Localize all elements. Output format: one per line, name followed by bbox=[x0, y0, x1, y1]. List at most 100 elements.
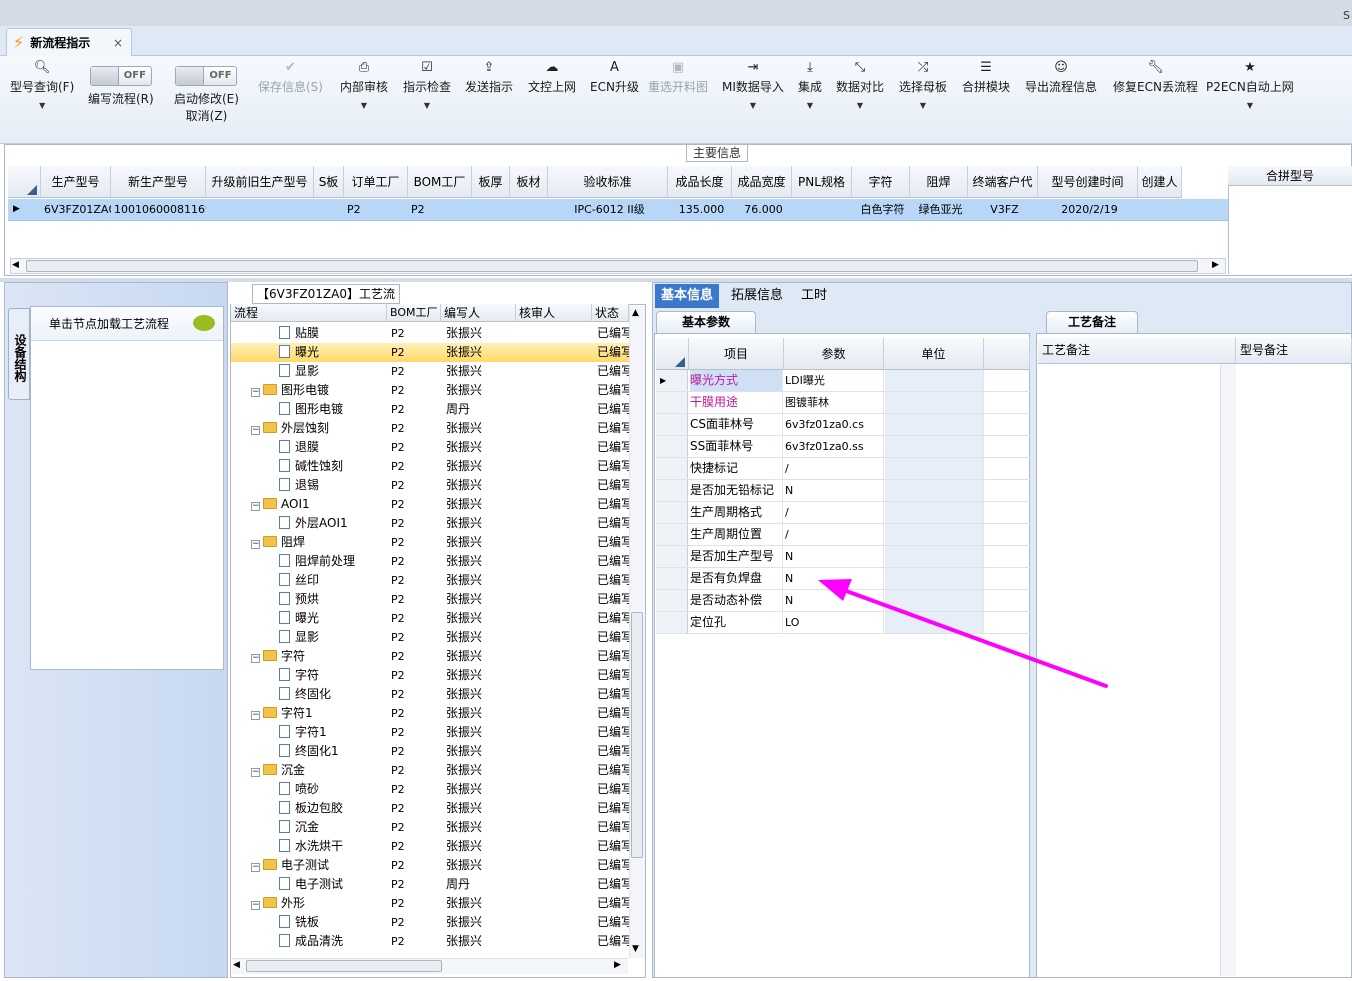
tab-basic-params[interactable]: 基本参数 bbox=[656, 311, 756, 333]
tree-node[interactable]: 终固化1 bbox=[279, 742, 383, 761]
param-value[interactable]: LDI曝光 bbox=[784, 370, 884, 391]
scroll-left-icon[interactable]: ◀ bbox=[12, 260, 19, 270]
scroll-down-icon[interactable]: ▼ bbox=[632, 944, 639, 954]
tree-node[interactable]: 喷砂 bbox=[279, 780, 383, 799]
param-unit[interactable] bbox=[885, 568, 984, 589]
col-param[interactable]: 参数 bbox=[784, 338, 884, 370]
tree-row[interactable]: 曝光 P2 张振兴 已编写 bbox=[231, 343, 631, 362]
tree-row[interactable]: 外层AOI1 P2 张振兴 已编写 bbox=[231, 514, 631, 533]
row-header[interactable] bbox=[656, 436, 688, 457]
tree-node[interactable]: − 字符1 bbox=[251, 704, 381, 723]
collapse-icon[interactable]: − bbox=[251, 711, 260, 720]
tree-row[interactable]: − 字符1 P2 张振兴 已编写 bbox=[231, 704, 631, 723]
param-value[interactable]: N bbox=[784, 480, 884, 501]
table-cell[interactable]: 白色字符 bbox=[852, 199, 910, 220]
tree-row[interactable]: 字符1 P2 张振兴 已编写 bbox=[231, 723, 631, 742]
tree-node[interactable]: 显影 bbox=[279, 628, 383, 647]
param-value[interactable]: 6v3fz01za0.cs bbox=[784, 414, 884, 435]
col-header[interactable]: BOM工厂 bbox=[408, 166, 472, 198]
row-header[interactable] bbox=[656, 524, 688, 545]
chevron-down-icon[interactable]: ▼ bbox=[857, 101, 863, 110]
tab-new-flow-instruction[interactable]: ⚡ 新流程指示 × bbox=[6, 28, 132, 56]
col-header[interactable]: 成品宽度 bbox=[732, 166, 792, 198]
row-header[interactable] bbox=[656, 458, 688, 479]
col-header[interactable]: 终端客户代码 bbox=[968, 166, 1038, 221]
tree-node[interactable]: 水洗烘干 bbox=[279, 837, 383, 856]
close-icon[interactable]: × bbox=[113, 36, 123, 50]
tree-row[interactable]: 成品清洗 P2 张振兴 已编写 bbox=[231, 932, 631, 951]
param-row[interactable]: 是否加生产型号 N bbox=[656, 546, 1030, 568]
chevron-down-icon[interactable]: ▼ bbox=[424, 101, 430, 110]
col-header[interactable]: 验收标准 bbox=[548, 166, 668, 198]
tree-node[interactable]: − 外层蚀刻 bbox=[251, 419, 381, 438]
param-value[interactable]: / bbox=[784, 458, 884, 479]
col-header[interactable]: 字符 bbox=[852, 166, 910, 198]
param-value[interactable]: N bbox=[784, 568, 884, 589]
chevron-down-icon[interactable]: ▼ bbox=[807, 101, 813, 110]
tree-row[interactable]: − 阻焊 P2 张振兴 已编写 bbox=[231, 533, 631, 552]
table-cell[interactable]: P2 bbox=[344, 199, 408, 220]
tree-row[interactable]: 退锡 P2 张振兴 已编写 bbox=[231, 476, 631, 495]
tree-row[interactable]: 丝印 P2 张振兴 已编写 bbox=[231, 571, 631, 590]
tree-row[interactable]: − 电子测试 P2 张振兴 已编写 bbox=[231, 856, 631, 875]
tree-node[interactable]: − 字符 bbox=[251, 647, 381, 666]
tree-node[interactable]: 沉金 bbox=[279, 818, 383, 837]
integrate-button[interactable]: ⤓ 集成 ▼ bbox=[798, 56, 822, 144]
tree-row[interactable]: 碱性蚀刻 P2 张振兴 已编写 bbox=[231, 457, 631, 476]
tree-node[interactable]: − 图形电镀 bbox=[251, 381, 381, 400]
tree-node[interactable]: 碱性蚀刻 bbox=[279, 457, 383, 476]
internal-review-button[interactable]: ⎙ 内部审核 ▼ bbox=[340, 56, 388, 144]
param-value[interactable]: N bbox=[784, 590, 884, 611]
col-header[interactable]: PNL规格 bbox=[792, 166, 852, 198]
param-unit[interactable] bbox=[885, 414, 984, 435]
param-row[interactable]: 干膜用途 图镀菲林 bbox=[656, 392, 1030, 414]
param-row[interactable]: 生产周期位置 / bbox=[656, 524, 1030, 546]
table-cell[interactable] bbox=[314, 199, 344, 220]
collapse-icon[interactable]: − bbox=[251, 502, 260, 511]
param-row[interactable]: 生产周期格式 / bbox=[656, 502, 1030, 524]
tree-row[interactable]: 阻焊前处理 P2 张振兴 已编写 bbox=[231, 552, 631, 571]
mi-import-button[interactable]: ⇥ MI数据导入 ▼ bbox=[722, 56, 784, 144]
scroll-thumb[interactable] bbox=[26, 260, 1198, 272]
select-master-button[interactable]: ⤮ 选择母板 ▼ bbox=[899, 56, 947, 144]
col-process-note[interactable]: 工艺备注 bbox=[1038, 338, 1236, 364]
collapse-icon[interactable]: − bbox=[251, 768, 260, 777]
tree-node[interactable]: − 阻焊 bbox=[251, 533, 381, 552]
col-reviewer[interactable]: 核审人 bbox=[516, 304, 592, 322]
doc-control-button[interactable]: ☁ 文控上网 bbox=[528, 56, 576, 144]
tree-row[interactable]: 水洗烘干 P2 张振兴 已编写 bbox=[231, 837, 631, 856]
col-unit[interactable]: 单位 bbox=[884, 338, 984, 370]
scroll-thumb[interactable] bbox=[246, 960, 442, 972]
col-header[interactable]: 板厚 bbox=[472, 166, 510, 198]
tab-basic-info[interactable]: 基本信息 bbox=[655, 284, 720, 308]
tree-node[interactable]: 曝光 bbox=[279, 343, 383, 362]
chevron-down-icon[interactable]: ▼ bbox=[920, 101, 926, 110]
col-header[interactable]: 板材 bbox=[510, 166, 548, 198]
tab-extended-info[interactable]: 拓展信息 bbox=[725, 284, 789, 308]
col-header[interactable]: 新生产型号 bbox=[111, 166, 206, 198]
row-header[interactable] bbox=[656, 568, 688, 589]
scroll-right-icon[interactable]: ▶ bbox=[614, 960, 621, 970]
param-value[interactable]: LO bbox=[784, 612, 884, 633]
param-row[interactable]: CS面菲林号 6v3fz01za0.cs bbox=[656, 414, 1030, 436]
tree-node[interactable]: 字符1 bbox=[279, 723, 383, 742]
tree-node[interactable]: 图形电镀 bbox=[279, 400, 383, 419]
grid-corner[interactable] bbox=[8, 166, 41, 198]
tree-row[interactable]: − AOI1 P2 张振兴 已编写 bbox=[231, 495, 631, 514]
param-unit[interactable] bbox=[885, 546, 984, 567]
col-header[interactable]: 创建人 bbox=[1138, 166, 1182, 198]
col-header[interactable]: 成品长度 bbox=[668, 166, 732, 198]
tree-node[interactable]: 铣板 bbox=[279, 913, 383, 932]
table-cell[interactable]: V3FZ bbox=[968, 199, 1038, 220]
tree-row[interactable]: 铣板 P2 张振兴 已编写 bbox=[231, 913, 631, 932]
row-header[interactable] bbox=[656, 612, 688, 633]
param-unit[interactable] bbox=[885, 458, 984, 479]
collapse-icon[interactable]: − bbox=[251, 901, 260, 910]
scroll-thumb[interactable] bbox=[631, 612, 643, 858]
chevron-down-icon[interactable]: ▼ bbox=[39, 101, 45, 110]
param-unit[interactable] bbox=[885, 502, 984, 523]
tree-node[interactable]: 字符 bbox=[279, 666, 383, 685]
param-unit[interactable] bbox=[885, 590, 984, 611]
tree-row[interactable]: 退膜 P2 张振兴 已编写 bbox=[231, 438, 631, 457]
table-cell[interactable]: P2 bbox=[408, 199, 472, 220]
